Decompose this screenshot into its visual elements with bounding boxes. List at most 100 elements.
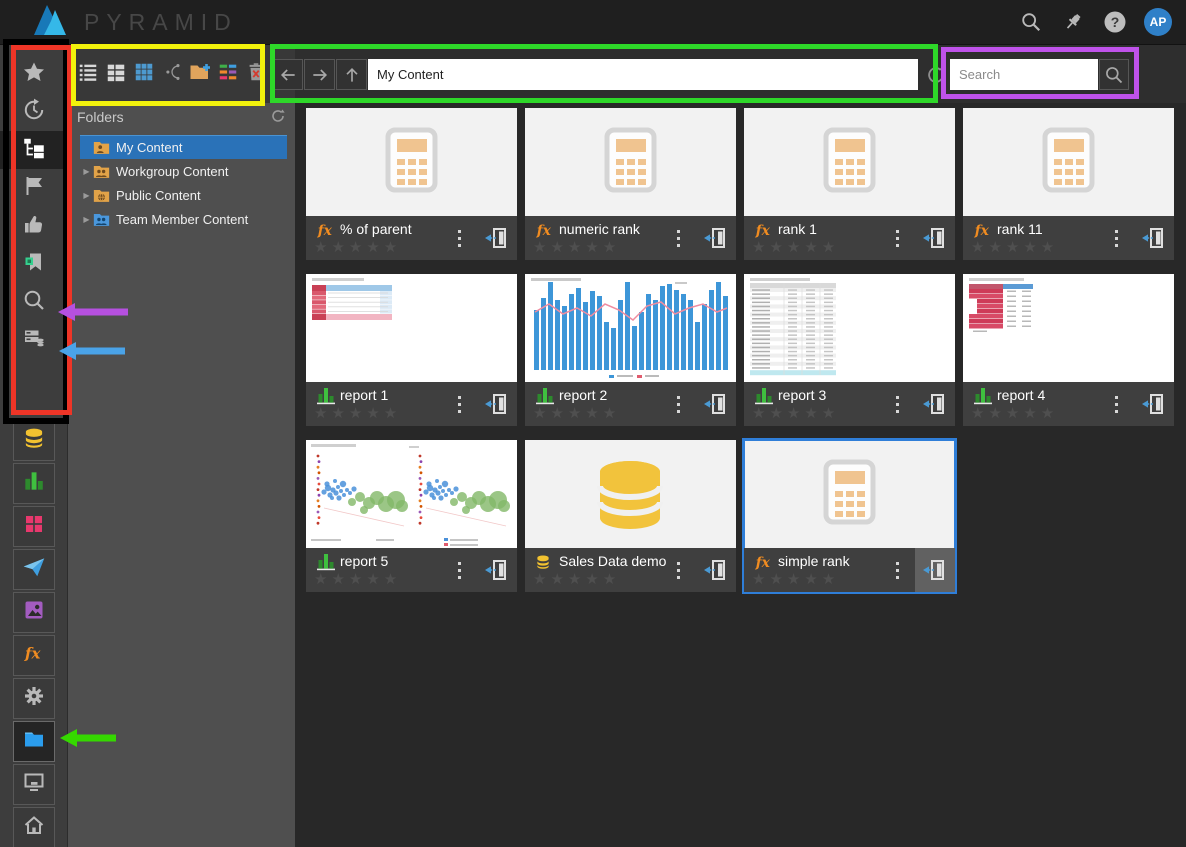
sidebar-item-formulate[interactable]: fx: [13, 635, 55, 676]
sidebar-item-search-content[interactable]: [0, 283, 68, 321]
up-button[interactable]: [336, 59, 367, 90]
kebab-menu-icon[interactable]: [449, 548, 469, 592]
database-icon: [534, 553, 556, 571]
tile-report-1[interactable]: report 1 ★★★★★: [306, 274, 517, 426]
rating-stars[interactable]: ★★★★★: [314, 570, 401, 588]
search-go-icon[interactable]: [1099, 59, 1129, 90]
list-view-button[interactable]: [76, 62, 100, 86]
bar-chart-icon: [21, 468, 47, 499]
sidebar-item-present[interactable]: [13, 506, 55, 547]
sidebar-item-content-explorer[interactable]: [0, 131, 68, 169]
sidebar-item-recent[interactable]: [0, 93, 68, 131]
home-icon: [22, 813, 46, 842]
sidebar-item-admin[interactable]: [13, 678, 55, 719]
open-item-icon[interactable]: [1134, 216, 1174, 260]
sidebar-item-home[interactable]: [13, 807, 55, 847]
open-item-icon[interactable]: [915, 382, 955, 426]
tile-rank-1[interactable]: fx rank 1 ★★★★★: [744, 108, 955, 260]
sidebar-item-illustrate[interactable]: [13, 592, 55, 633]
tile-thumbnail: [525, 440, 736, 548]
kebab-menu-icon[interactable]: [668, 216, 688, 260]
folder-item-my-content[interactable]: My Content: [80, 135, 287, 159]
tile-simple-rank[interactable]: fx simple rank ★★★★★: [744, 440, 955, 592]
sidebar-item-flagged[interactable]: [0, 169, 68, 207]
folder-item-workgroup-content[interactable]: ▶Workgroup Content: [80, 159, 287, 183]
tile-rank-11[interactable]: fx rank 11 ★★★★★: [963, 108, 1174, 260]
folder-group-icon: [93, 164, 110, 179]
tile-name: % of parent: [340, 221, 412, 237]
folder-item-team-member-content[interactable]: ▶Team Member Content: [80, 207, 287, 231]
tile-report-2[interactable]: report 2 ★★★★★: [525, 274, 736, 426]
folder-item-public-content[interactable]: ▶Public Content: [80, 183, 287, 207]
sidebar-item-recommended[interactable]: [0, 207, 68, 245]
open-item-icon[interactable]: [477, 382, 517, 426]
related-content-button[interactable]: [160, 62, 184, 86]
open-item-icon[interactable]: [696, 382, 736, 426]
tile-report-5[interactable]: report 5 ★★★★★: [306, 440, 517, 592]
tile-name: report 1: [340, 387, 388, 403]
rating-stars[interactable]: ★★★★★: [533, 238, 620, 256]
kebab-menu-icon[interactable]: [887, 216, 907, 260]
new-folder-button[interactable]: [188, 62, 212, 86]
rating-stars[interactable]: ★★★★★: [533, 404, 620, 422]
app-header: PYRAMID ? AP: [0, 0, 1186, 45]
expand-arrow-icon[interactable]: ▶: [80, 215, 93, 224]
help-icon[interactable]: ?: [1102, 9, 1128, 35]
kebab-menu-icon[interactable]: [449, 216, 469, 260]
kebab-menu-icon[interactable]: [1106, 216, 1126, 260]
delete-button[interactable]: [244, 62, 268, 86]
forward-button[interactable]: [304, 59, 335, 90]
sidebar-item-model[interactable]: [13, 420, 55, 461]
expand-arrow-icon[interactable]: ▶: [80, 191, 93, 200]
tile-footer: report 1 ★★★★★: [306, 382, 517, 426]
tile-of-parent[interactable]: fx % of parent ★★★★★: [306, 108, 517, 260]
sidebar-item-data-sources[interactable]: [0, 321, 68, 359]
kebab-menu-icon[interactable]: [668, 382, 688, 426]
open-item-icon[interactable]: [1134, 382, 1174, 426]
flag-icon: [22, 174, 46, 203]
pin-icon[interactable]: [1060, 9, 1086, 35]
open-item-icon[interactable]: [477, 548, 517, 592]
rating-stars[interactable]: ★★★★★: [533, 570, 620, 588]
kebab-menu-icon[interactable]: [449, 382, 469, 426]
kebab-menu-icon[interactable]: [1106, 382, 1126, 426]
tile-report-3[interactable]: report 3 ★★★★★: [744, 274, 955, 426]
tags-button[interactable]: [216, 62, 240, 86]
search-icon[interactable]: [1018, 9, 1044, 35]
server-icon: [22, 326, 46, 355]
rating-stars[interactable]: ★★★★★: [314, 238, 401, 256]
open-item-icon[interactable]: [696, 216, 736, 260]
details-view-button[interactable]: [104, 62, 128, 86]
refresh-icon[interactable]: [922, 61, 950, 89]
breadcrumb-path-input[interactable]: [368, 59, 918, 90]
rating-stars[interactable]: ★★★★★: [971, 404, 1058, 422]
rating-stars[interactable]: ★★★★★: [752, 404, 839, 422]
open-item-icon[interactable]: [477, 216, 517, 260]
expand-arrow-icon[interactable]: ▶: [80, 167, 93, 176]
grid-view-button[interactable]: [132, 62, 156, 86]
fx-icon: fx: [534, 221, 556, 239]
sidebar-item-discover[interactable]: [13, 463, 55, 504]
kebab-menu-icon[interactable]: [887, 382, 907, 426]
sidebar-item-publish[interactable]: [13, 549, 55, 590]
sidebar-item-favorites[interactable]: [0, 55, 68, 93]
rating-stars[interactable]: ★★★★★: [752, 238, 839, 256]
sidebar-item-hub[interactable]: [13, 764, 55, 805]
tile-sales-data-demo[interactable]: Sales Data demo ★★★★★: [525, 440, 736, 592]
folders-refresh-icon[interactable]: [270, 108, 286, 127]
rating-stars[interactable]: ★★★★★: [314, 404, 401, 422]
tile-numeric-rank[interactable]: fx numeric rank ★★★★★: [525, 108, 736, 260]
search-input[interactable]: [950, 59, 1098, 90]
kebab-menu-icon[interactable]: [887, 548, 907, 592]
back-button[interactable]: [272, 59, 303, 90]
tile-report-4[interactable]: report 4 ★★★★★: [963, 274, 1174, 426]
rating-stars[interactable]: ★★★★★: [971, 238, 1058, 256]
open-item-icon[interactable]: [915, 548, 955, 592]
kebab-menu-icon[interactable]: [668, 548, 688, 592]
open-item-icon[interactable]: [915, 216, 955, 260]
rating-stars[interactable]: ★★★★★: [752, 570, 839, 588]
sidebar-item-content[interactable]: [13, 721, 55, 762]
sidebar-item-smart-bookmarks[interactable]: [0, 245, 68, 283]
open-item-icon[interactable]: [696, 548, 736, 592]
avatar[interactable]: AP: [1144, 8, 1172, 36]
